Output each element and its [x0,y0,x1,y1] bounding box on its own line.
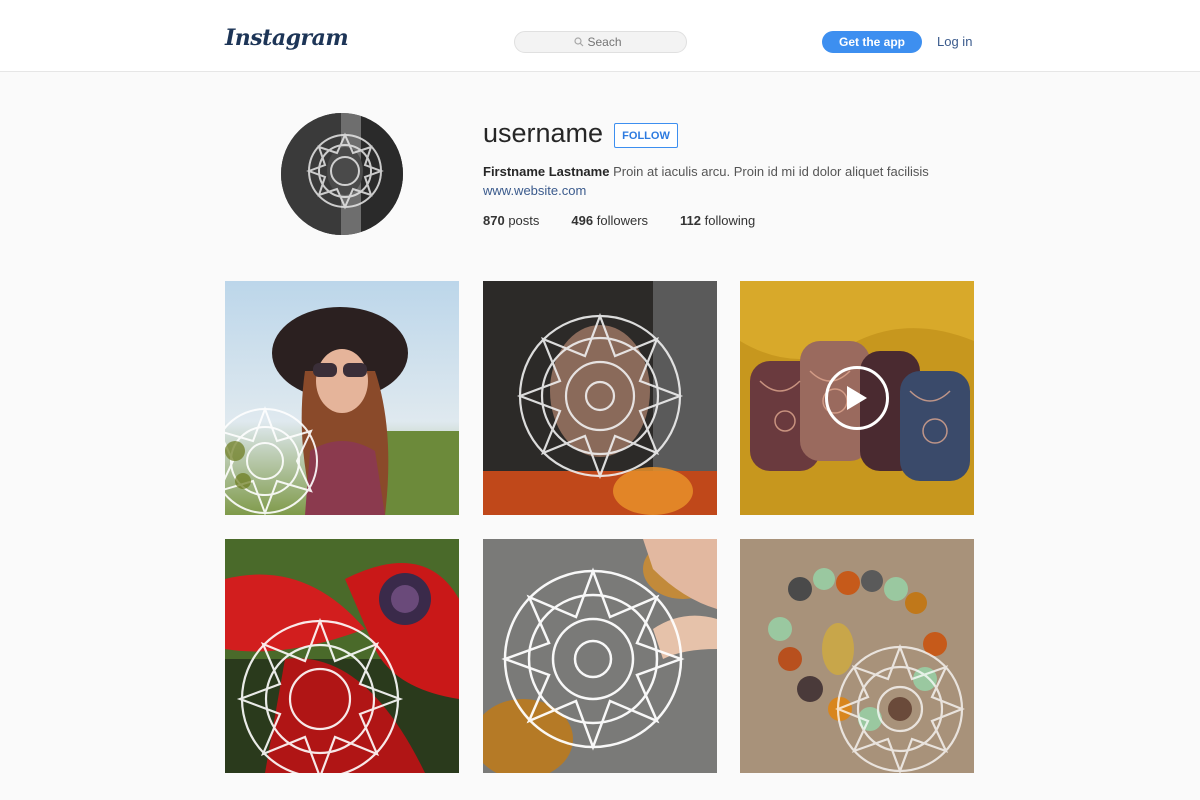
profile-username: username [483,118,604,148]
post-thumbnail[interactable] [483,281,717,515]
search-box[interactable] [514,31,687,53]
profile-website-link[interactable]: www.website.com [483,183,586,198]
top-nav-bar: Instagram Get the app Log in [0,0,1200,72]
search-icon [573,37,584,47]
stat-posts-count: 870 [483,213,505,228]
search-input[interactable] [587,35,628,49]
post-thumbnail[interactable] [225,539,459,773]
post-thumbnail[interactable] [225,281,459,515]
follow-button[interactable]: FOLLOW [614,123,678,148]
profile-stats: 870 posts 496 followers 112 following [483,213,787,228]
login-link[interactable]: Log in [937,34,972,49]
stat-posts[interactable]: 870 posts [483,213,539,228]
profile-bio-text: Proin at iaculis arcu. Proin id mi id do… [613,164,929,179]
stat-posts-label: posts [508,213,540,228]
stat-following-count: 112 [680,213,702,228]
stat-followers[interactable]: 496 followers [571,213,648,228]
profile-avatar[interactable] [281,113,403,235]
post-thumbnail[interactable] [740,539,974,773]
profile-bio: Firstname Lastname Proin at iaculis arcu… [483,164,929,179]
stat-following[interactable]: 112 following [680,213,755,228]
profile-full-name: Firstname Lastname [483,164,610,179]
stat-following-label: following [704,213,756,228]
instagram-logo[interactable]: Instagram [225,25,349,51]
stat-followers-label: followers [596,213,649,228]
post-thumbnail[interactable] [740,281,974,515]
get-the-app-button[interactable]: Get the app [822,31,922,53]
post-thumbnail[interactable] [483,539,717,773]
video-play-icon[interactable] [825,366,889,430]
stat-followers-count: 496 [571,213,594,228]
